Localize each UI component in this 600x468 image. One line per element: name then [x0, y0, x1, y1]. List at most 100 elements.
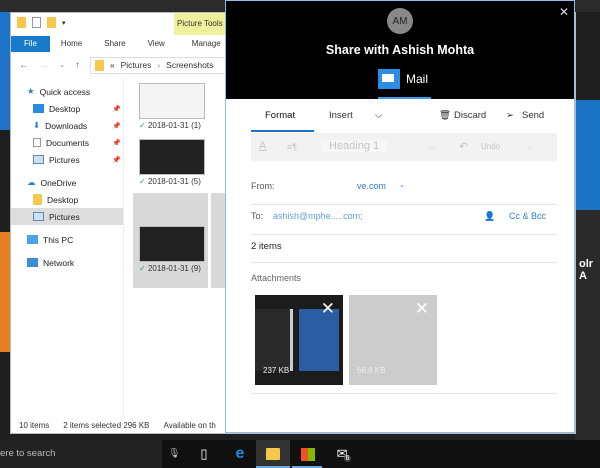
from-value[interactable]: ve.com — [357, 181, 386, 191]
attachments-label: Attachments — [251, 273, 302, 283]
chevron-down-icon[interactable]: ⌵ — [429, 142, 435, 152]
cc-bcc-button[interactable]: Cc & Bcc — [509, 211, 546, 221]
quick-access-toolbar: ▾ — [17, 17, 66, 28]
overflow-icon: « — [109, 60, 115, 70]
tab-share[interactable]: Share — [93, 36, 136, 52]
chevron-down-icon[interactable]: ⌵ — [527, 142, 533, 152]
nav-network[interactable]: Network — [11, 254, 123, 271]
file-explorer-taskbar-icon[interactable] — [256, 440, 290, 468]
nav-downloads[interactable]: ⬇ Downloads 📌 — [11, 117, 123, 134]
send-button[interactable]: Send — [522, 110, 544, 121]
share-title: Share with Ashish Mohta — [325, 43, 475, 57]
format-tab-indicator — [251, 130, 314, 132]
computer-icon — [27, 235, 38, 244]
tab-view[interactable]: View — [137, 36, 176, 52]
desktop-bg — [575, 100, 600, 210]
to-value[interactable]: ashish@mphe.....com; — [273, 211, 363, 221]
thumbnail — [139, 226, 205, 262]
mail-icon — [378, 69, 400, 89]
forward-icon[interactable]: → — [39, 60, 49, 71]
tab-manage[interactable]: Manage — [176, 36, 232, 52]
pin-icon: 📌 — [112, 122, 121, 130]
divider — [123, 79, 124, 419]
mail-badge: 6 — [343, 454, 352, 462]
desktop-window-text: olr A — [575, 210, 600, 440]
folder-icon — [94, 59, 104, 71]
nav-pictures[interactable]: Pictures 📌 — [11, 151, 123, 168]
avatar: AM — [387, 8, 413, 34]
pin-icon: 📌 — [112, 105, 121, 113]
mail-tab-indicator — [378, 97, 431, 99]
nav-onedrive-desktop[interactable]: Desktop — [11, 191, 123, 208]
breadcrumb-pictures[interactable]: Pictures — [121, 60, 152, 70]
up-icon[interactable]: ↑ — [75, 60, 80, 71]
send-icon[interactable]: ➢ — [506, 110, 514, 121]
recent-dropdown-icon[interactable]: ⌄ — [59, 61, 65, 69]
nav-this-pc[interactable]: This PC — [11, 231, 123, 248]
attachment-item[interactable]: ✕ 66.8 KB — [349, 295, 437, 385]
file-item[interactable]: ✓ 2018-01-31 (1) — [139, 83, 209, 130]
sync-check-icon: ✓ — [139, 121, 146, 130]
folder-icon — [33, 194, 42, 205]
breadcrumb-screenshots[interactable]: Screenshots — [166, 60, 213, 70]
nav-desktop[interactable]: Desktop 📌 — [11, 100, 123, 117]
document-icon — [33, 138, 41, 147]
contact-icon[interactable]: 👤 — [484, 211, 495, 222]
properties-icon[interactable] — [32, 17, 41, 28]
folder-icon[interactable] — [17, 17, 26, 28]
paragraph-icon[interactable]: ≡¶ — [287, 142, 297, 152]
remove-attachment-icon[interactable]: ✕ — [321, 299, 335, 319]
network-icon — [27, 258, 38, 267]
file-item[interactable]: ✓ 2018-01-31 (5) — [139, 139, 209, 186]
more-chevron-icon[interactable]: ⌵ — [375, 110, 382, 121]
style-dropdown[interactable]: Heading 1 — [321, 140, 388, 152]
nav-quick-access[interactable]: ★ Quick access — [11, 83, 123, 100]
nav-onedrive[interactable]: ☁ OneDrive — [11, 174, 123, 191]
thumbnail — [139, 139, 205, 175]
nav-onedrive-pictures[interactable]: Pictures — [11, 208, 123, 225]
task-view-icon[interactable]: ▯ — [192, 444, 216, 464]
microphone-icon[interactable]: 🎙 — [168, 448, 180, 459]
undo-icon[interactable]: ↶ — [459, 140, 468, 153]
edge-icon[interactable]: e — [228, 444, 252, 464]
to-field[interactable]: To: ashish@mphe.....com; 👤 Cc & Bcc — [251, 211, 557, 235]
remove-attachment-icon[interactable]: ✕ — [415, 299, 429, 319]
separator-icon: › — [157, 60, 161, 70]
mail-app-tab[interactable]: Mail — [378, 69, 428, 89]
tab-insert[interactable]: Insert — [329, 110, 353, 121]
share-mail-dialog: AM ✕ Share with Ashish Mohta Mail Format… — [225, 0, 575, 433]
tab-format[interactable]: Format — [265, 110, 295, 121]
customize-dropdown-icon[interactable]: ▾ — [62, 19, 66, 27]
discard-button[interactable]: Discard — [454, 110, 486, 121]
store-icon[interactable] — [296, 444, 320, 464]
items-count: 2 items — [251, 241, 557, 263]
attachment-preview — [255, 309, 293, 371]
pin-icon: 📌 — [112, 156, 121, 164]
new-folder-icon[interactable] — [47, 17, 56, 28]
desktop-icon — [33, 104, 44, 113]
trash-icon[interactable]: 🗑 — [439, 110, 451, 121]
font-icon[interactable]: A — [259, 140, 266, 152]
thumbnail — [139, 83, 205, 119]
close-icon[interactable]: ✕ — [559, 5, 569, 19]
back-icon[interactable]: ← — [19, 60, 29, 71]
taskbar-search[interactable]: ere to search 🎙 — [0, 440, 180, 468]
pictures-icon — [33, 155, 44, 164]
tab-file[interactable]: File — [11, 36, 50, 52]
undo-button[interactable]: Undo — [481, 142, 500, 151]
divider — [251, 393, 557, 394]
tab-home[interactable]: Home — [50, 36, 93, 52]
nav-documents[interactable]: Documents 📌 — [11, 134, 123, 151]
status-bar: 10 items 2 items selected 296 KB Availab… — [19, 421, 216, 430]
format-bar: A ≡¶ Heading 1 ⌵ ↶ Undo ⌵ — [251, 133, 557, 161]
navigation-pane: ★ Quick access Desktop 📌 ⬇ Downloads 📌 Docum… — [11, 83, 123, 271]
pictures-icon — [33, 212, 44, 221]
mail-taskbar-icon[interactable]: ✉ 6 — [332, 444, 356, 464]
taskbar: ere to search 🎙 ▯ e ✉ 6 — [0, 440, 600, 468]
chevron-down-icon[interactable]: ⌄ — [399, 181, 405, 189]
share-header: AM ✕ Share with Ashish Mohta Mail — [226, 1, 574, 99]
attachment-item[interactable]: ✕ 237 KB — [255, 295, 343, 385]
from-field[interactable]: From: ve.com ⌄ — [251, 181, 557, 205]
sync-check-icon: ✓ — [139, 264, 146, 273]
file-item[interactable]: ✓ 2018-01-31 (9) — [139, 226, 209, 273]
